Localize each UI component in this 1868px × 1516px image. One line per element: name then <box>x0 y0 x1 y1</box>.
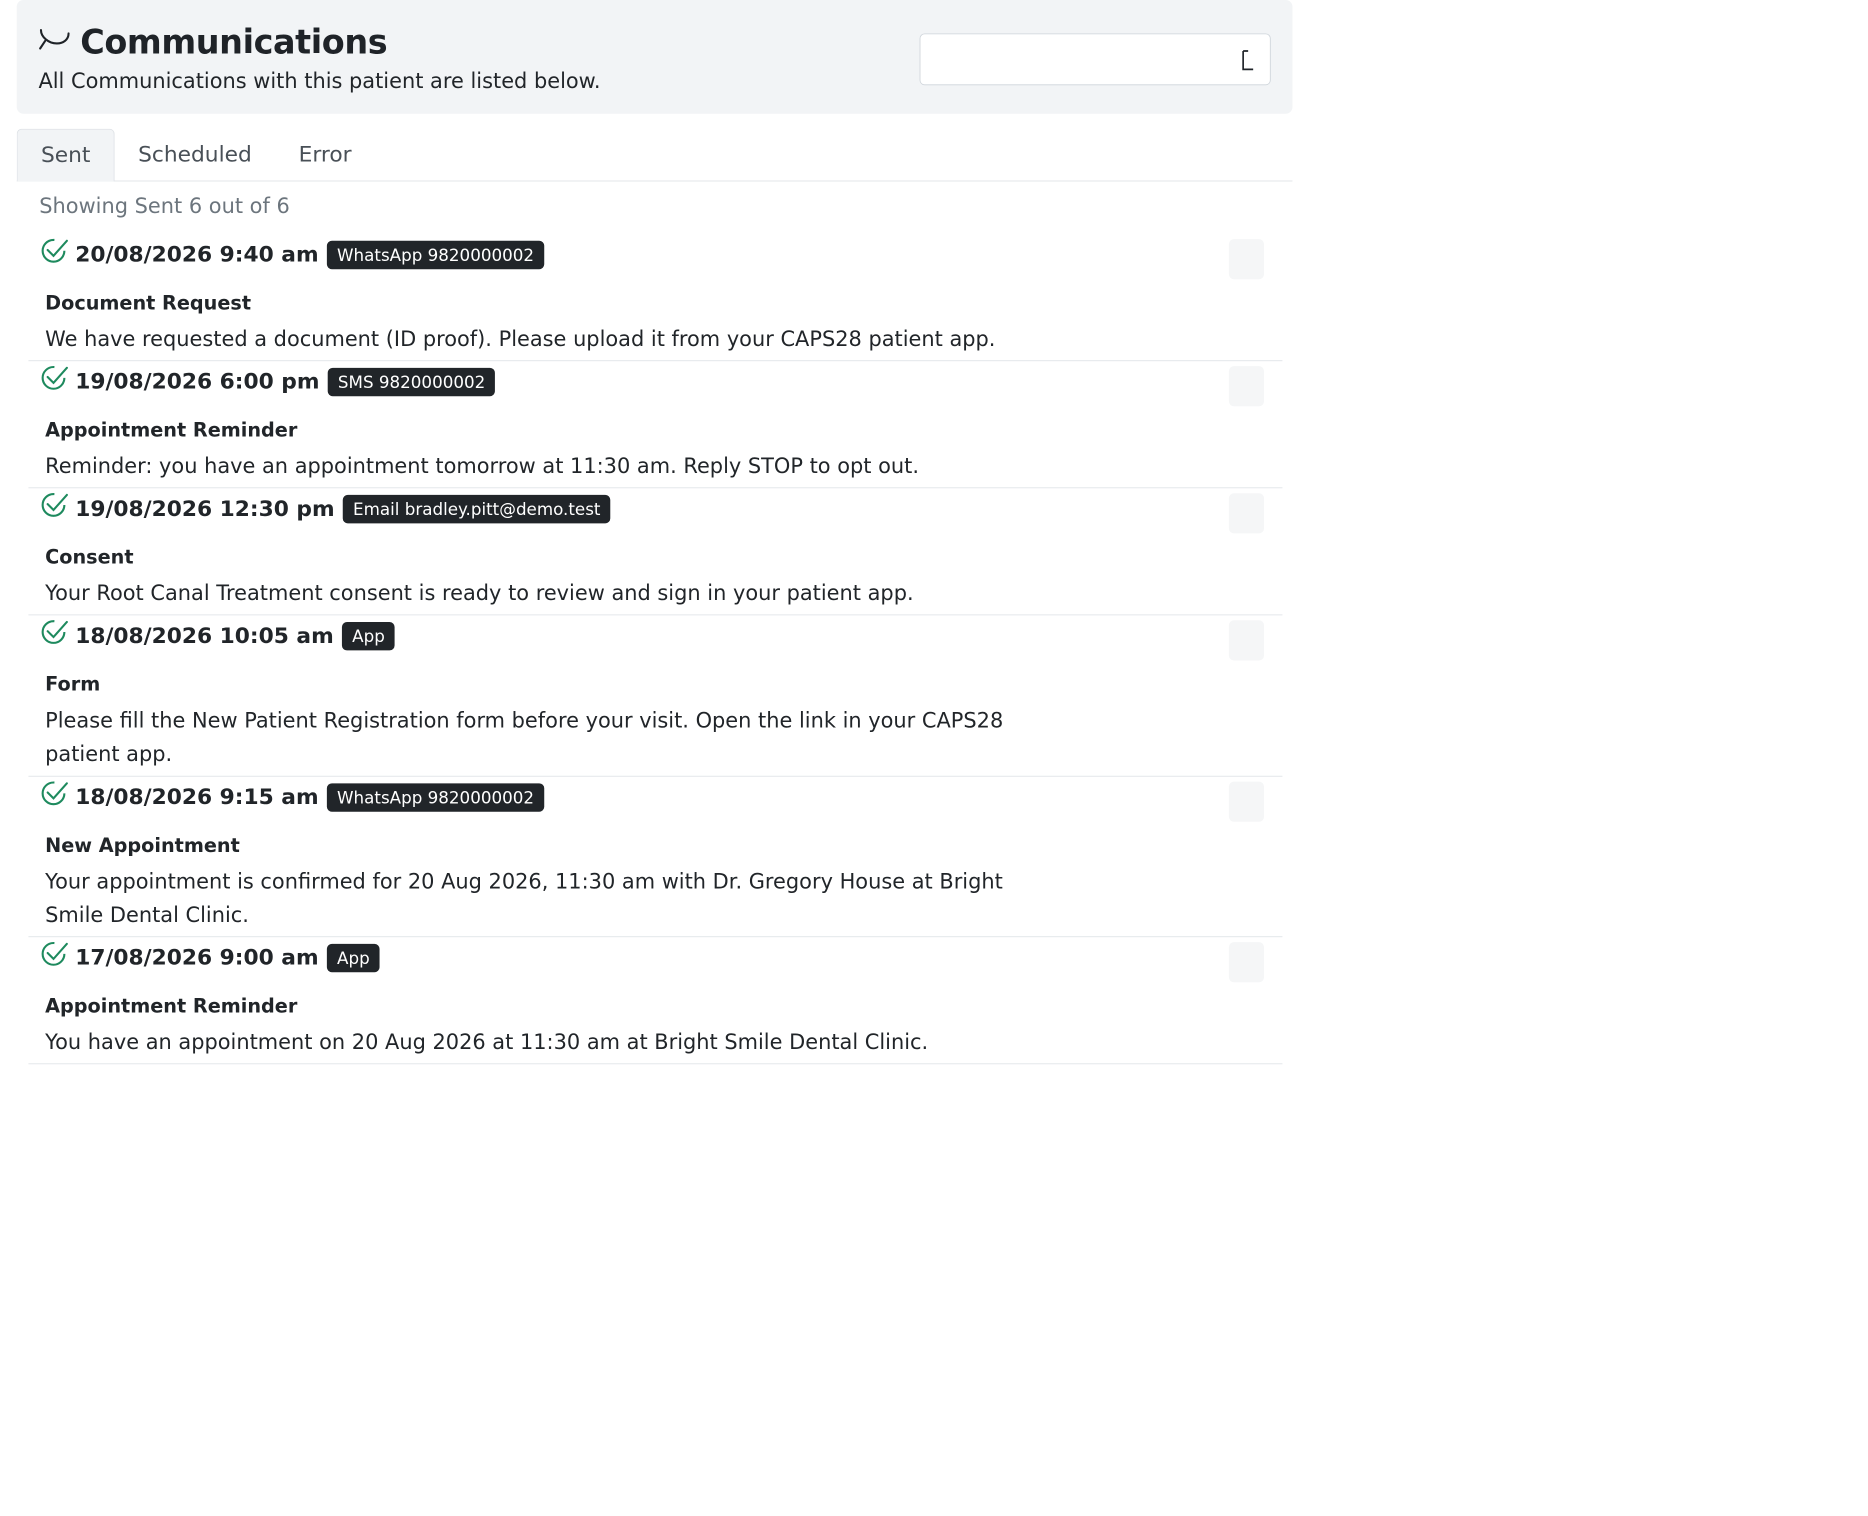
item-datetime: 20/08/2026 9:40 am <box>75 242 319 268</box>
search-input[interactable] <box>920 34 1239 85</box>
item-header: 17/08/2026 9:00 am App <box>40 941 380 973</box>
item-header: 18/08/2026 10:05 am App <box>40 620 395 651</box>
channel-badge: App <box>342 621 395 651</box>
item-datetime: 17/08/2026 9:00 am <box>75 945 319 971</box>
double-check-icon <box>41 238 68 263</box>
channel-badge: WhatsApp 9820000002 <box>326 783 545 812</box>
communications-list: 20/08/2026 9:40 am WhatsApp 9820000002 D… <box>28 234 1283 1065</box>
list-item: 20/08/2026 9:40 am WhatsApp 9820000002 D… <box>28 234 1283 362</box>
item-action-button[interactable] <box>1228 366 1265 407</box>
item-label: Form <box>45 673 101 696</box>
item-action-button[interactable] <box>1228 620 1265 661</box>
item-label: Document Request <box>45 292 252 315</box>
item-message: Your Root Canal Treatment consent is rea… <box>45 581 914 606</box>
item-action-button[interactable] <box>1228 781 1265 822</box>
double-check-icon <box>41 365 68 390</box>
double-check-icon <box>41 781 68 806</box>
item-message: We have requested a document (ID proof).… <box>45 326 996 352</box>
page-subtitle: All Communications with this patient are… <box>38 68 601 93</box>
channel-badge: App <box>326 943 380 973</box>
item-label: New Appointment <box>45 835 240 857</box>
item-label: Consent <box>45 546 134 569</box>
showing-count: Showing Sent 6 out of 6 <box>39 193 290 219</box>
channel-badge: WhatsApp 9820000002 <box>326 240 545 270</box>
list-item: 18/08/2026 10:05 am App Form Please fill… <box>28 615 1283 777</box>
item-header: 19/08/2026 6:00 pm SMS 9820000002 <box>40 365 496 397</box>
item-datetime: 19/08/2026 6:00 pm <box>75 369 320 395</box>
communications-page: Communications All Communications with t… <box>0 0 1562 1267</box>
communications-header: Communications All Communications with t… <box>16 0 1293 114</box>
double-check-icon <box>41 493 68 517</box>
list-item: 18/08/2026 9:15 am WhatsApp 9820000002 N… <box>28 777 1283 938</box>
double-check-icon <box>41 620 68 644</box>
item-message: You have an appointment on 20 Aug 2026 a… <box>45 1029 929 1055</box>
item-message: Your appointment is confirmed for 20 Aug… <box>45 869 1003 928</box>
list-item: 19/08/2026 12:30 pm Email bradley.pitt@d… <box>28 488 1283 616</box>
item-datetime: 18/08/2026 10:05 am <box>75 623 334 649</box>
page-title: Communications <box>80 23 388 62</box>
tab-scheduled[interactable]: Scheduled <box>115 129 275 181</box>
text-cursor-icon <box>1242 50 1254 71</box>
item-header: 20/08/2026 9:40 am WhatsApp 9820000002 <box>40 238 545 270</box>
item-datetime: 18/08/2026 9:15 am <box>75 785 319 811</box>
item-action-button[interactable] <box>1228 942 1265 983</box>
item-header: 18/08/2026 9:15 am WhatsApp 9820000002 <box>40 781 545 812</box>
item-action-button[interactable] <box>1228 239 1265 280</box>
title-row: Communications <box>37 23 388 62</box>
channel-badge: Email bradley.pitt@demo.test <box>343 494 611 524</box>
speech-bubble-icon <box>39 29 70 50</box>
tab-sent[interactable]: Sent <box>16 128 115 182</box>
item-action-button[interactable] <box>1228 493 1265 534</box>
list-item: 17/08/2026 9:00 am App Appointment Remin… <box>28 937 1283 1065</box>
tab-error[interactable]: Error <box>275 129 375 181</box>
search-box[interactable] <box>919 33 1271 86</box>
tab-bar: Sent Scheduled Error <box>16 128 1293 182</box>
item-message: Please fill the New Patient Registration… <box>45 708 1004 766</box>
item-label: Appointment Reminder <box>45 995 298 1018</box>
item-label: Appointment Reminder <box>45 419 298 442</box>
double-check-icon <box>41 941 68 966</box>
item-header: 19/08/2026 12:30 pm Email bradley.pitt@d… <box>40 493 611 524</box>
channel-badge: SMS 9820000002 <box>327 367 496 397</box>
item-message: Reminder: you have an appointment tomorr… <box>45 453 920 479</box>
item-datetime: 19/08/2026 12:30 pm <box>75 496 335 522</box>
list-item: 19/08/2026 6:00 pm SMS 9820000002 Appoin… <box>28 361 1283 489</box>
